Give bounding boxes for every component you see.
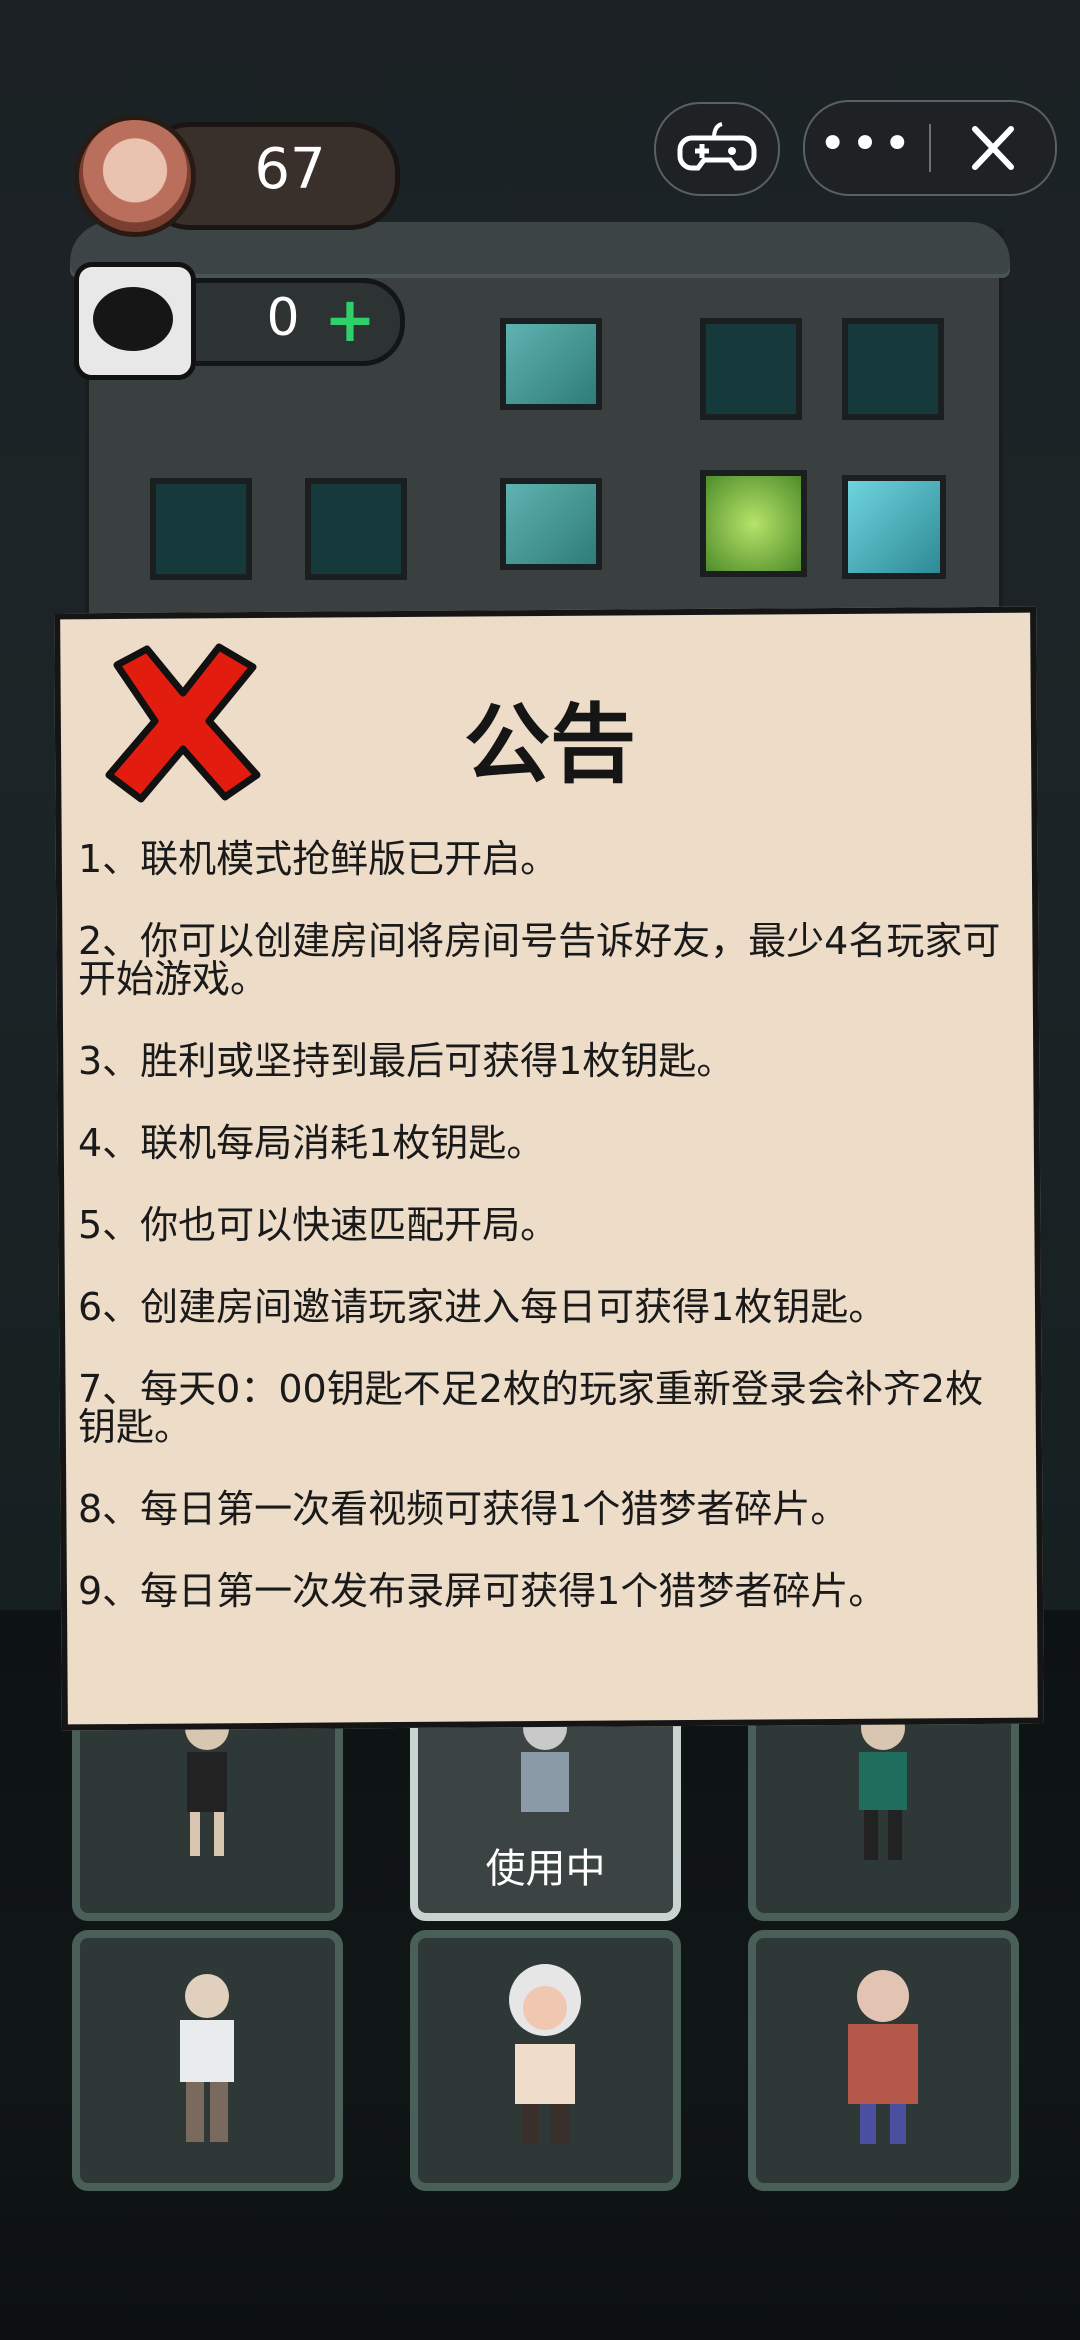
building-window <box>500 318 602 410</box>
close-icon <box>972 126 1014 170</box>
building-window-silhouette <box>842 475 946 579</box>
add-fragment-button[interactable]: + <box>322 289 378 351</box>
notice-item: 5、你也可以快速匹配开局。 <box>78 1203 559 1247</box>
character-figure <box>848 1970 918 2144</box>
character-figure <box>180 1974 234 2142</box>
character-card[interactable] <box>748 1930 1019 2191</box>
building-window <box>305 478 407 580</box>
mini-program-capsule: ••• <box>803 100 1057 196</box>
exit-button[interactable] <box>931 102 1055 194</box>
character-card[interactable] <box>72 1930 343 2191</box>
pig-coin-icon <box>74 115 196 237</box>
notice-item: 6、创建房间邀请玩家进入每日可获得1枚钥匙。 <box>78 1285 887 1329</box>
notice-title: 公告 <box>464 695 636 795</box>
snowy-roof <box>70 222 1010 278</box>
coin-value: 67 <box>254 137 326 202</box>
notice-item: 7、每天0：00钥匙不足2枚的玩家重新登录会补齐2枚钥匙。 <box>78 1367 984 1449</box>
notice-item: 4、联机每局消耗1枚钥匙。 <box>78 1121 545 1165</box>
gamepad-icon <box>677 122 757 171</box>
building-window <box>700 318 802 420</box>
notice-list: 1、联机模式抢鲜版已开启。 2、你可以创建房间将房间号告诉好友，最少4名玩家可开… <box>78 840 1008 1610</box>
in-use-label: 使用中 <box>485 1846 606 1892</box>
notice-item: 3、胜利或坚持到最后可获得1枚钥匙。 <box>78 1039 735 1083</box>
gamepad-button[interactable] <box>654 102 780 196</box>
close-notice-button[interactable] <box>97 637 269 809</box>
notice-item: 8、每日第一次看视频可获得1个猎梦者碎片。 <box>78 1487 849 1531</box>
building-window <box>150 478 252 580</box>
close-x-icon <box>105 643 261 803</box>
notice-item: 1、联机模式抢鲜版已开启。 <box>78 837 559 881</box>
fragment-value: 0 <box>266 288 300 348</box>
notice-item: 2、你可以创建房间将房间号告诉好友，最少4名玩家可开始游戏。 <box>78 919 1001 1001</box>
character-figure <box>509 1964 581 2144</box>
building-window <box>500 478 602 570</box>
character-card[interactable] <box>410 1930 681 2191</box>
more-button[interactable]: ••• <box>805 102 929 194</box>
puzzle-fragment-icon <box>74 262 196 380</box>
building-window-vines <box>700 470 807 577</box>
building-window <box>842 318 944 420</box>
notice-item: 9、每日第一次发布录屏可获得1个猎梦者碎片。 <box>78 1569 887 1613</box>
